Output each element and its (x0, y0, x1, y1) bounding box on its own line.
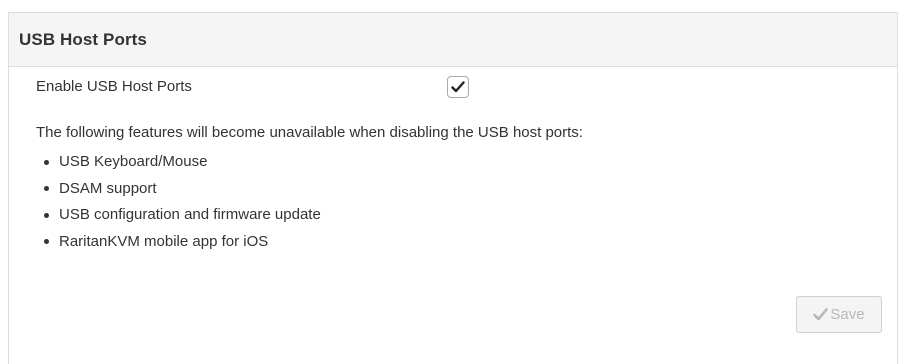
feature-list: USB Keyboard/Mouse DSAM support USB conf… (44, 149, 321, 255)
feature-label: USB configuration and firmware update (59, 206, 321, 223)
bullet-icon (44, 212, 49, 218)
checkmark-icon (451, 81, 465, 93)
disable-warning-text: The following features will become unava… (36, 124, 583, 141)
bullet-icon (44, 239, 49, 245)
panel-title: USB Host Ports (19, 29, 147, 49)
panel-header: USB Host Ports (9, 13, 897, 67)
bullet-icon (44, 159, 49, 165)
enable-usb-host-ports-checkbox[interactable] (447, 76, 469, 98)
feature-label: RaritanKVM mobile app for iOS (59, 232, 269, 250)
enable-usb-host-ports-label: Enable USB Host Ports (36, 78, 192, 95)
list-item: DSAM support (44, 176, 321, 203)
feature-label: USB Keyboard/Mouse (59, 153, 208, 170)
save-button-label: Save (830, 306, 865, 323)
list-item: RaritanKVM mobile app for iOS (44, 229, 321, 256)
bullet-icon (44, 186, 49, 192)
checkmark-icon (813, 308, 829, 321)
feature-label: DSAM support (59, 179, 157, 197)
list-item: USB configuration and firmware update (44, 202, 321, 229)
list-item: USB Keyboard/Mouse (44, 149, 321, 176)
save-button[interactable]: Save (796, 296, 882, 333)
